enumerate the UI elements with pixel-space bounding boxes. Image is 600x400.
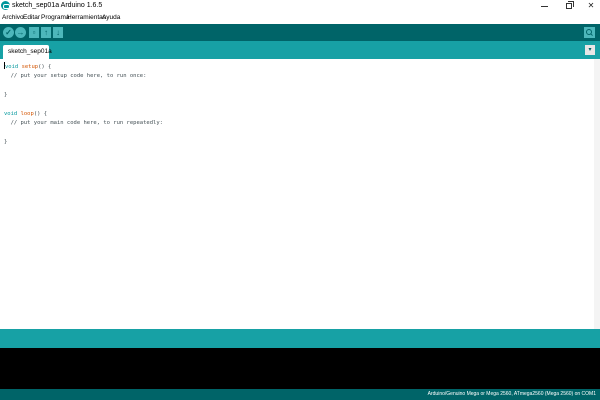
open-icon: ↑ <box>44 28 48 37</box>
board-info: Arduino/Genuino Mega or Mega 2560, ATmeg… <box>427 391 596 397</box>
save-button[interactable]: ↓ <box>53 27 63 38</box>
close-button[interactable]: ✕ <box>582 1 600 11</box>
new-file-icon: ▫ <box>32 28 36 37</box>
menu-herramientas[interactable]: Herramientas <box>67 13 106 23</box>
code-comment: // put your setup code here, to run once… <box>4 72 147 79</box>
tab-bar: sketch_sep01a ▾ <box>0 41 600 59</box>
toolbar: ✓ → ▫ ↑ ↓ <box>0 24 600 41</box>
arrow-right-icon: → <box>16 28 25 37</box>
tab-sketch[interactable]: sketch_sep01a <box>3 45 52 59</box>
function-name: setup <box>21 64 39 70</box>
keyword: void <box>4 110 18 117</box>
code-line: } <box>4 139 8 145</box>
code-text: () { <box>38 64 52 70</box>
code-area[interactable]: void setup() { // put your setup code he… <box>4 62 163 148</box>
window-title: sketch_sep01a Arduino 1.6.5 <box>12 2 103 9</box>
minimize-button[interactable] <box>536 1 554 11</box>
code-editor[interactable]: void setup() { // put your setup code he… <box>0 59 600 329</box>
menu-editar[interactable]: Editar <box>23 13 40 23</box>
check-icon: ✓ <box>5 28 12 37</box>
footer-bar: Arduino/Genuino Mega or Mega 2560, ATmeg… <box>0 389 600 400</box>
code-text: () { <box>33 110 48 117</box>
console-output[interactable] <box>0 348 600 389</box>
open-button[interactable]: ↑ <box>41 27 51 38</box>
chevron-down-icon: ▾ <box>588 47 592 53</box>
upload-button[interactable]: → <box>15 27 26 38</box>
serial-monitor-button[interactable] <box>584 27 595 38</box>
restore-icon-front <box>566 3 572 9</box>
title-bar: sketch_sep01a Arduino 1.6.5 ✕ <box>0 0 600 12</box>
menu-bar: Archivo Editar Programa Herramientas Ayu… <box>0 12 600 24</box>
keyword: void <box>5 64 19 70</box>
status-bar <box>0 329 600 348</box>
menu-programa[interactable]: Programa <box>41 13 70 23</box>
tab-label: sketch_sep01a <box>8 48 52 55</box>
maximize-button[interactable] <box>560 1 578 11</box>
menu-archivo[interactable]: Archivo <box>2 13 24 23</box>
function-name: loop <box>20 110 34 117</box>
save-icon: ↓ <box>56 28 60 37</box>
tab-menu-button[interactable]: ▾ <box>585 45 595 55</box>
code-line: } <box>4 91 8 98</box>
editor-scrollbar[interactable] <box>594 59 600 329</box>
arduino-logo-icon <box>1 1 10 10</box>
code-line: void setup() { <box>4 62 163 72</box>
minimize-icon <box>541 6 548 7</box>
verify-button[interactable]: ✓ <box>3 27 14 38</box>
new-button[interactable]: ▫ <box>29 27 39 38</box>
menu-ayuda[interactable]: Ayuda <box>102 13 120 23</box>
code-comment: // put your main code here, to run repea… <box>4 120 163 126</box>
code-line: void loop() { <box>4 110 163 120</box>
